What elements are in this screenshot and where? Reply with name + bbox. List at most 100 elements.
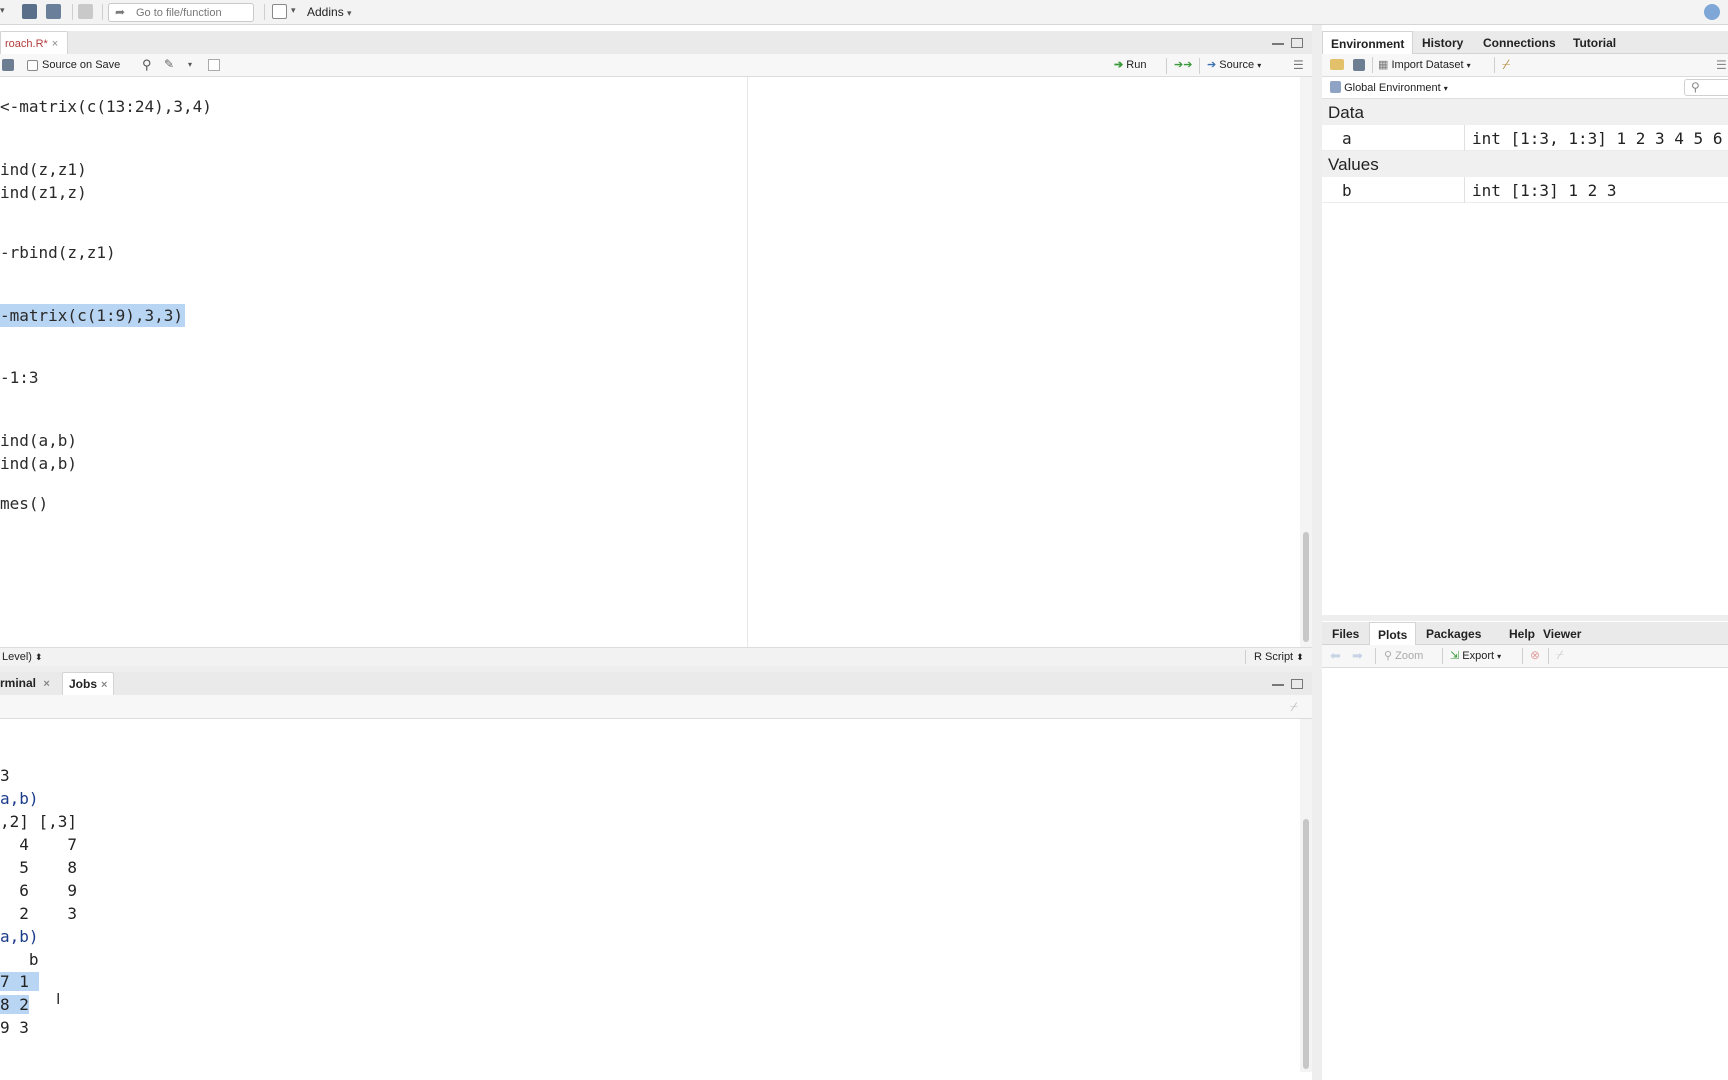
code-line[interactable]: -rbind(z,z1) bbox=[0, 243, 116, 262]
tab-viewer[interactable]: Viewer bbox=[1543, 627, 1581, 641]
pane-splitter[interactable] bbox=[1322, 615, 1728, 621]
vertical-splitter[interactable] bbox=[1312, 25, 1322, 1080]
toolbar-divider bbox=[72, 4, 73, 20]
chevron-down-icon: ▾ bbox=[1257, 61, 1262, 70]
maximize-pane-icon[interactable] bbox=[1291, 679, 1303, 689]
export-button[interactable]: ⇲ Export ▾ bbox=[1450, 649, 1501, 662]
tab-packages[interactable]: Packages bbox=[1426, 627, 1481, 641]
save-icon[interactable] bbox=[22, 4, 37, 19]
console-scrollbar-thumb[interactable] bbox=[1303, 819, 1309, 1069]
remove-plot-icon[interactable]: ⊗ bbox=[1530, 648, 1540, 662]
compile-report-icon[interactable] bbox=[208, 59, 220, 71]
code-line[interactable]: <-matrix(c(13:24),3,4) bbox=[0, 97, 212, 116]
scope-label: Level) bbox=[2, 651, 32, 663]
tab-plots[interactable]: Plots bbox=[1369, 622, 1417, 646]
save-all-icon[interactable] bbox=[46, 4, 61, 19]
rerun-icon[interactable]: ➔➔ bbox=[1174, 58, 1192, 71]
back-arrow-icon[interactable]: ⬅ bbox=[1330, 648, 1341, 664]
grid-layout-icon[interactable] bbox=[272, 4, 287, 19]
code-line[interactable]: ind(z,z1) bbox=[0, 160, 87, 179]
zoom-button[interactable]: ⚲ Zoom bbox=[1384, 649, 1423, 662]
source-on-save-checkbox[interactable] bbox=[27, 60, 38, 71]
editor-scrollbar[interactable] bbox=[1300, 77, 1312, 647]
console-output[interactable]: 3 a,b) ,2] [,3] 4 7 5 8 6 9 2 3 a,b) b 7… bbox=[0, 719, 1300, 1072]
console-command: a,b) bbox=[0, 789, 39, 808]
tab-environment[interactable]: Environment bbox=[1322, 31, 1414, 55]
global-environment-dropdown[interactable]: Global Environment ▾ bbox=[1330, 81, 1448, 94]
toolbar-divider bbox=[1166, 58, 1167, 74]
search-icon[interactable]: ⚲ bbox=[142, 57, 152, 73]
save-icon[interactable] bbox=[2, 59, 14, 71]
source-label: Source bbox=[1219, 59, 1255, 71]
source-button[interactable]: ➔ Source ▾ bbox=[1207, 58, 1261, 71]
r-project-icon[interactable] bbox=[1704, 4, 1720, 20]
code-line-selected[interactable]: -matrix(c(1:9),3,3) bbox=[0, 304, 186, 327]
minimize-pane-icon[interactable] bbox=[1272, 682, 1284, 686]
maximize-pane-icon[interactable] bbox=[1291, 38, 1303, 48]
env-row[interactable]: a int [1:3, 1:3] 1 2 3 4 5 6 bbox=[1322, 125, 1728, 151]
minimize-pane-icon[interactable] bbox=[1272, 41, 1284, 45]
go-to-file-placeholder: Go to file/function bbox=[136, 7, 222, 19]
table-icon: ▦ bbox=[1378, 59, 1389, 71]
dropdown-arrow-icon[interactable]: ▾ bbox=[0, 5, 5, 16]
save-icon[interactable] bbox=[1353, 59, 1365, 71]
tab-jobs[interactable]: Jobs × bbox=[62, 672, 114, 695]
env-row[interactable]: b int [1:3] 1 2 3 bbox=[1322, 177, 1728, 203]
environment-scope-bar: Global Environment ▾ ⚲ bbox=[1322, 77, 1728, 99]
file-type-label: R Script bbox=[1254, 651, 1294, 663]
toolbar-divider bbox=[1199, 58, 1200, 74]
go-to-file-input[interactable]: ➦ Go to file/function bbox=[108, 3, 254, 22]
code-line[interactable]: ind(a,b) bbox=[0, 431, 77, 450]
import-dataset-button[interactable]: ▦ Import Dataset ▾ bbox=[1378, 58, 1471, 71]
scope-selector[interactable]: Level) ⬍ bbox=[2, 651, 43, 663]
zoom-label: Zoom bbox=[1395, 650, 1424, 662]
terminal-tab-label: rminal bbox=[0, 676, 37, 690]
console-line: 5 8 bbox=[0, 858, 78, 877]
outline-icon[interactable]: ☰ bbox=[1293, 58, 1304, 72]
print-icon[interactable] bbox=[78, 4, 93, 19]
close-icon[interactable]: × bbox=[43, 678, 49, 690]
console-line-selected: 8 2 bbox=[0, 995, 29, 1014]
addins-menu[interactable]: Addins ▾ bbox=[307, 5, 352, 19]
env-variable-value: int [1:3, 1:3] 1 2 3 4 5 6 bbox=[1472, 129, 1723, 148]
chevron-down-icon[interactable]: ▾ bbox=[188, 60, 192, 69]
magic-wand-icon[interactable]: ✎ bbox=[164, 57, 174, 71]
tab-files[interactable]: Files bbox=[1332, 627, 1359, 641]
broom-clear-icon[interactable]: ⌿ bbox=[1556, 647, 1564, 663]
env-column-divider bbox=[1464, 177, 1465, 203]
tab-tutorial[interactable]: Tutorial bbox=[1573, 36, 1616, 50]
env-section-header: Data bbox=[1322, 99, 1728, 125]
run-button[interactable]: ➔ Run bbox=[1114, 58, 1146, 71]
search-input[interactable]: ⚲ bbox=[1684, 79, 1728, 96]
list-view-icon[interactable]: ☰ bbox=[1716, 58, 1727, 72]
file-type-selector[interactable]: R Script ⬍ bbox=[1254, 651, 1304, 663]
chevron-down-icon: ▾ bbox=[1443, 84, 1448, 93]
broom-clear-icon[interactable]: ⌿ bbox=[1290, 699, 1298, 715]
console-line: 9 3 bbox=[0, 1018, 29, 1037]
code-line[interactable]: ind(a,b) bbox=[0, 454, 77, 473]
broom-clear-icon[interactable]: ⌿ bbox=[1502, 56, 1510, 73]
open-folder-icon[interactable] bbox=[1330, 59, 1344, 70]
code-line[interactable]: -1:3 bbox=[0, 368, 39, 387]
editor-scrollbar-thumb[interactable] bbox=[1303, 532, 1309, 642]
plot-area bbox=[1322, 668, 1728, 1080]
import-dataset-label: Import Dataset bbox=[1391, 59, 1464, 71]
close-icon[interactable]: × bbox=[52, 38, 58, 50]
forward-arrow-icon[interactable]: ➡ bbox=[1352, 648, 1363, 664]
scope-label: Global Environment bbox=[1344, 82, 1441, 94]
layout-dropdown-icon[interactable]: ▾ bbox=[291, 5, 296, 16]
code-editor[interactable]: <-matrix(c(13:24),3,4) ind(z,z1) ind(z1,… bbox=[0, 77, 1300, 647]
console-scrollbar[interactable] bbox=[1300, 719, 1312, 1072]
editor-tab[interactable]: roach.R* × bbox=[0, 31, 68, 54]
tab-terminal[interactable]: rminal × bbox=[0, 676, 50, 690]
tab-connections[interactable]: Connections bbox=[1483, 36, 1556, 50]
code-line[interactable]: mes() bbox=[0, 494, 48, 513]
main-toolbar: ▾ ➦ Go to file/function ▾ Addins ▾ bbox=[0, 0, 1728, 25]
code-line[interactable]: ind(z1,z) bbox=[0, 183, 87, 202]
env-variable-name: a bbox=[1342, 129, 1352, 148]
env-variable-value: int [1:3] 1 2 3 bbox=[1472, 181, 1617, 200]
tab-history[interactable]: History bbox=[1422, 36, 1463, 50]
tab-help[interactable]: Help bbox=[1509, 627, 1535, 641]
editor-tab-label: roach.R* bbox=[5, 38, 48, 50]
close-icon[interactable]: × bbox=[101, 679, 107, 691]
